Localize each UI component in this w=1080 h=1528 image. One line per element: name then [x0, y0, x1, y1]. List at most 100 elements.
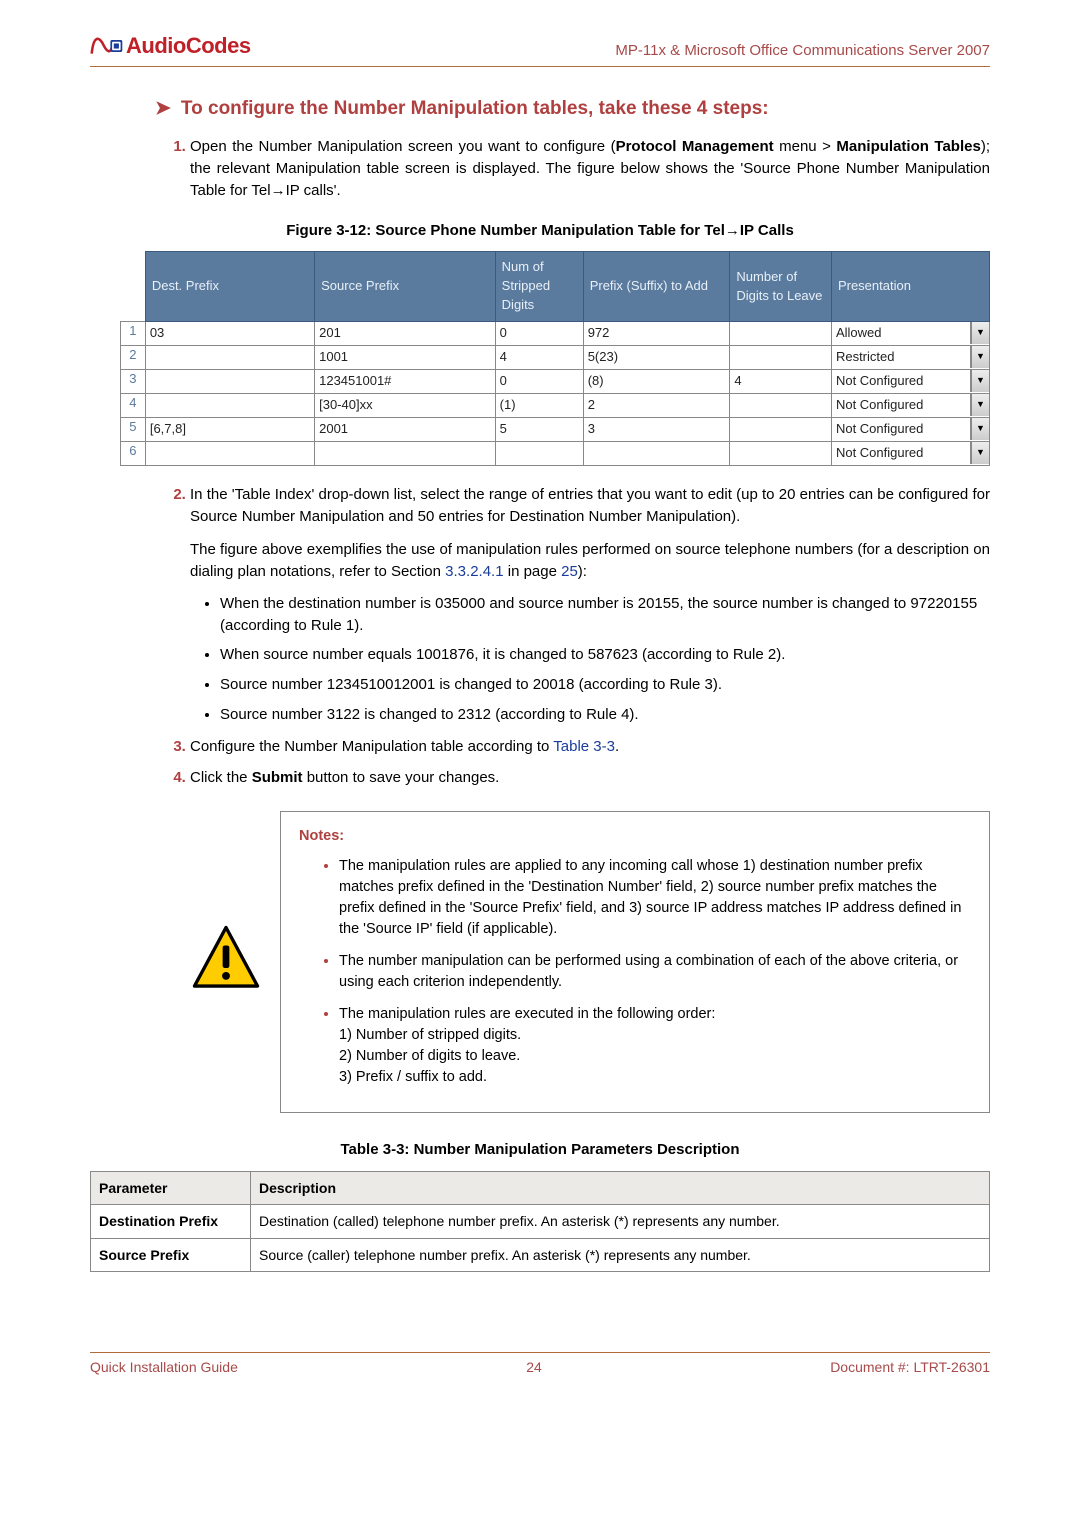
list-item: The manipulation rules are applied to an…: [339, 855, 971, 940]
stripped-digits-input[interactable]: [496, 322, 583, 344]
notes-box: Notes: The manipulation rules are applie…: [280, 811, 990, 1113]
source-prefix-input[interactable]: [315, 394, 495, 416]
audiocodes-logo-icon: [90, 33, 124, 59]
logo-text: AudioCodes: [126, 30, 251, 62]
heading-text: To configure the Number Manipulation tab…: [181, 98, 769, 119]
col-dest-prefix: Dest. Prefix: [145, 252, 314, 322]
step-3: Configure the Number Manipulation table …: [190, 736, 990, 758]
footer-page-number: 24: [526, 1357, 542, 1377]
params-col-description: Description: [251, 1172, 990, 1205]
row-index: 3: [121, 369, 146, 393]
presentation-select[interactable]: Not Configured▼: [832, 442, 989, 464]
digits-leave-input[interactable]: [730, 394, 831, 416]
presentation-value: Not Configured: [832, 394, 971, 416]
table-row: 6Not Configured▼: [121, 441, 990, 465]
dest-prefix-input[interactable]: [146, 346, 314, 368]
prefix-suffix-input[interactable]: [584, 370, 730, 392]
list-item: The number manipulation can be performed…: [339, 950, 971, 993]
warning-icon: [190, 923, 262, 1002]
col-prefix-add: Prefix (Suffix) to Add: [583, 252, 730, 322]
table-row: 5 Not Configured▼: [121, 417, 990, 441]
table-row: 2 Restricted▼: [121, 345, 990, 369]
list-item: Source number 1234510012001 is changed t…: [220, 674, 990, 696]
section-heading: ➤To configure the Number Manipulation ta…: [155, 95, 990, 123]
presentation-value: Restricted: [832, 346, 971, 368]
digits-leave-input[interactable]: [730, 442, 831, 464]
col-digits-leave: Number of Digits to Leave: [730, 252, 832, 322]
manipulation-table-figure: Dest. Prefix Source Prefix Num of Stripp…: [120, 251, 990, 466]
params-col-parameter: Parameter: [91, 1172, 251, 1205]
presentation-select[interactable]: Allowed▼: [832, 322, 989, 344]
table-row: 4 Not Configured▼: [121, 393, 990, 417]
digits-leave-input[interactable]: [730, 346, 831, 368]
param-description: Source (caller) telephone number prefix.…: [251, 1238, 990, 1271]
param-name: Destination Prefix: [91, 1205, 251, 1238]
footer-right: Document #: LTRT-26301: [830, 1357, 990, 1377]
list-item: When the destination number is 035000 an…: [220, 593, 990, 637]
table-row: Source PrefixSource (caller) telephone n…: [91, 1238, 990, 1271]
col-stripped: Num of Stripped Digits: [495, 252, 583, 322]
param-description: Destination (called) telephone number pr…: [251, 1205, 990, 1238]
list-item: Source number 3122 is changed to 2312 (a…: [220, 704, 990, 726]
example-bullets: When the destination number is 035000 an…: [220, 593, 990, 726]
digits-leave-input[interactable]: [730, 370, 831, 392]
digits-leave-input[interactable]: [730, 418, 831, 440]
dest-prefix-input[interactable]: [146, 418, 314, 440]
step-4: Click the Submit button to save your cha…: [190, 767, 990, 789]
digits-leave-input[interactable]: [730, 322, 831, 344]
header-right-text: MP-11x & Microsoft Office Communications…: [615, 40, 990, 62]
step-1: Open the Number Manipulation screen you …: [190, 136, 990, 201]
prefix-suffix-input[interactable]: [584, 442, 730, 464]
table-link[interactable]: Table 3-3: [553, 738, 615, 755]
row-index: 1: [121, 321, 146, 345]
presentation-value: Allowed: [832, 322, 971, 344]
presentation-select[interactable]: Not Configured▼: [832, 418, 989, 440]
stripped-digits-input[interactable]: [496, 346, 583, 368]
source-prefix-input[interactable]: [315, 370, 495, 392]
stripped-digits-input[interactable]: [496, 394, 583, 416]
table-row: 1 Allowed▼: [121, 321, 990, 345]
col-presentation: Presentation: [831, 252, 989, 322]
page-header: AudioCodes MP-11x & Microsoft Office Com…: [90, 30, 990, 67]
row-index: 4: [121, 393, 146, 417]
chevron-down-icon[interactable]: ▼: [971, 322, 989, 344]
param-name: Source Prefix: [91, 1238, 251, 1271]
presentation-value: Not Configured: [832, 370, 971, 392]
row-index: 2: [121, 345, 146, 369]
source-prefix-input[interactable]: [315, 442, 495, 464]
source-prefix-input[interactable]: [315, 418, 495, 440]
figure-caption: Figure 3-12: Source Phone Number Manipul…: [90, 220, 990, 242]
stripped-digits-input[interactable]: [496, 418, 583, 440]
chevron-down-icon[interactable]: ▼: [971, 346, 989, 368]
notes-block: Notes: The manipulation rules are applie…: [190, 811, 990, 1113]
source-prefix-input[interactable]: [315, 322, 495, 344]
prefix-suffix-input[interactable]: [584, 322, 730, 344]
dest-prefix-input[interactable]: [146, 394, 314, 416]
chevron-down-icon[interactable]: ▼: [971, 418, 989, 440]
source-prefix-input[interactable]: [315, 346, 495, 368]
prefix-suffix-input[interactable]: [584, 346, 730, 368]
prefix-suffix-input[interactable]: [584, 394, 730, 416]
presentation-select[interactable]: Restricted▼: [832, 346, 989, 368]
example-intro-paragraph: The figure above exemplifies the use of …: [190, 539, 990, 583]
presentation-select[interactable]: Not Configured▼: [832, 370, 989, 392]
stripped-digits-input[interactable]: [496, 370, 583, 392]
chevron-down-icon[interactable]: ▼: [971, 370, 989, 392]
dest-prefix-input[interactable]: [146, 322, 314, 344]
col-source-prefix: Source Prefix: [315, 252, 496, 322]
row-index: 5: [121, 417, 146, 441]
table-row: 3 Not Configured▼: [121, 369, 990, 393]
page-link[interactable]: 25: [561, 563, 578, 580]
chevron-down-icon[interactable]: ▼: [971, 394, 989, 416]
presentation-value: Not Configured: [832, 418, 971, 440]
section-link[interactable]: 3.3.2.4.1: [445, 563, 503, 580]
dest-prefix-input[interactable]: [146, 442, 314, 464]
prefix-suffix-input[interactable]: [584, 418, 730, 440]
chevron-down-icon[interactable]: ▼: [971, 442, 989, 464]
table-caption: Table 3-3: Number Manipulation Parameter…: [90, 1139, 990, 1161]
stripped-digits-input[interactable]: [496, 442, 583, 464]
dest-prefix-input[interactable]: [146, 370, 314, 392]
presentation-select[interactable]: Not Configured▼: [832, 394, 989, 416]
step-2: In the 'Table Index' drop-down list, sel…: [190, 484, 990, 528]
notes-heading: Notes:: [299, 826, 971, 847]
